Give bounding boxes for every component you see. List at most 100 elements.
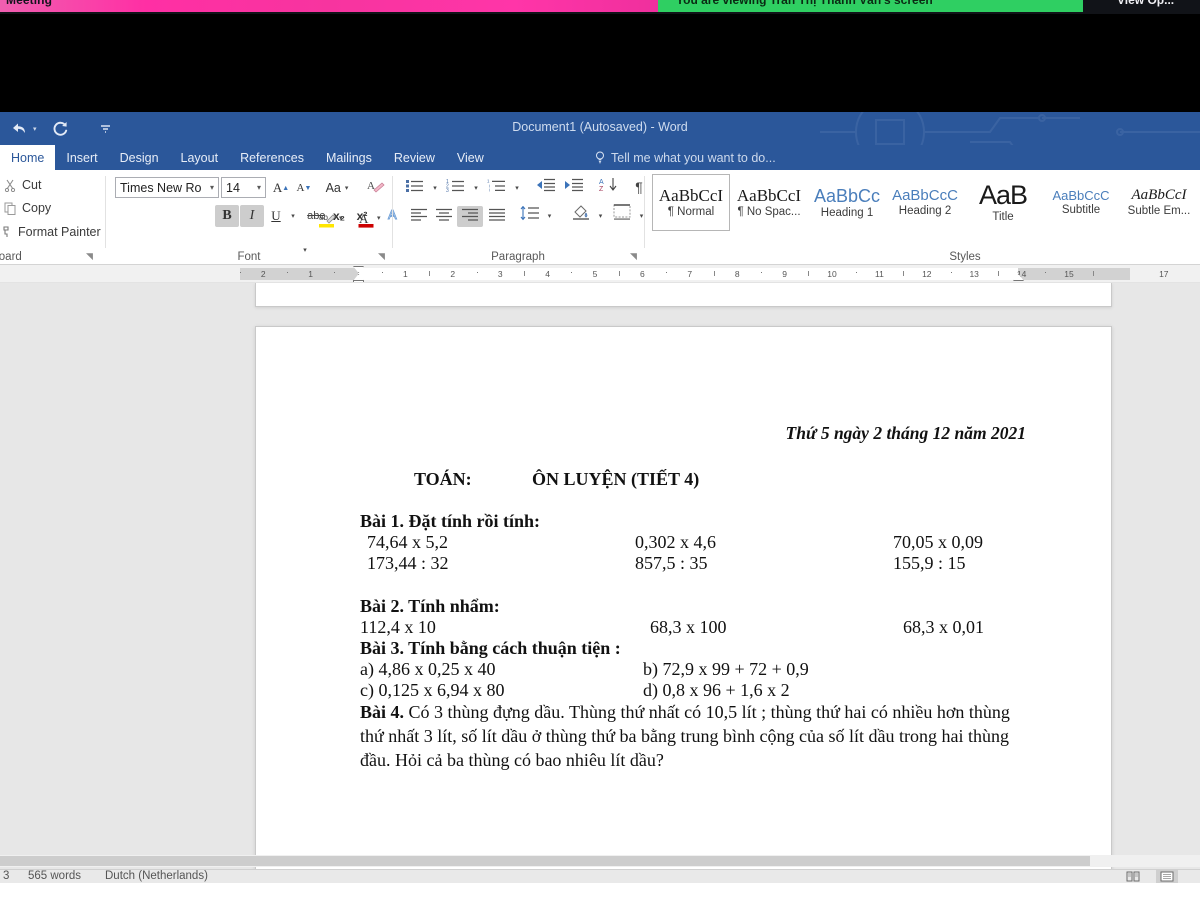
- align-center-button[interactable]: [432, 206, 456, 227]
- ruler-number: 1: [308, 269, 313, 279]
- numbering-caret-icon[interactable]: ▾: [470, 177, 482, 198]
- style-heading-2[interactable]: AaBbCcC Heading 2: [886, 174, 964, 231]
- ruler-tick: [571, 272, 573, 273]
- borders-button[interactable]: [609, 204, 635, 225]
- paragraph-dialog-launcher[interactable]: ◥: [630, 251, 637, 262]
- font-size-combo[interactable]: 14 ▾: [221, 177, 266, 198]
- ruler-tick: [760, 272, 762, 273]
- view-options-button[interactable]: View Op...: [1117, 0, 1174, 7]
- status-bar: 3 565 words Dutch (Netherlands): [0, 869, 1200, 883]
- justify-button[interactable]: [485, 206, 509, 227]
- cut-button[interactable]: Cut: [4, 178, 41, 192]
- format-painter-button[interactable]: Format Painter: [0, 225, 101, 239]
- bullets-button[interactable]: [401, 177, 429, 198]
- ruler-tick: [239, 272, 241, 273]
- bullets-caret-icon[interactable]: ▾: [429, 177, 441, 198]
- document-canvas[interactable]: Thứ 5 ngày 2 tháng 12 năm 2021 TOÁN: ÔN L…: [0, 283, 1200, 869]
- ruler-number: 11: [874, 269, 884, 279]
- multilevel-caret-icon[interactable]: ▾: [511, 177, 523, 198]
- tab-home[interactable]: Home: [0, 145, 56, 170]
- previous-page-bottom: [255, 283, 1112, 307]
- align-right-button[interactable]: [457, 206, 483, 227]
- tab-mailings[interactable]: Mailings: [315, 145, 383, 170]
- numbering-button[interactable]: 123: [442, 177, 470, 198]
- bai3-r1-c1: a) 4,86 x 0,25 x 40: [360, 659, 496, 680]
- change-case-button[interactable]: Aa ▾: [320, 177, 354, 199]
- shading-caret-icon[interactable]: ▾: [594, 205, 607, 226]
- meeting-title-pill[interactable]: Meeting: [0, 0, 660, 12]
- increase-indent-icon: [564, 178, 584, 197]
- tab-review[interactable]: Review: [383, 145, 446, 170]
- style-subtle-emphasis-preview: AaBbCcI: [1131, 187, 1187, 203]
- underline-label: U: [271, 208, 281, 223]
- highlight-color-button[interactable]: ab: [318, 211, 336, 233]
- format-painter-label: Format Painter: [18, 225, 101, 239]
- bai1-r1-c1: 74,64 x 5,2: [367, 532, 448, 553]
- style-title-preview: AaB: [978, 180, 1028, 210]
- underline-caret-icon[interactable]: ▾: [286, 205, 300, 227]
- tab-layout[interactable]: Layout: [170, 145, 230, 170]
- decrease-indent-button[interactable]: [533, 177, 559, 198]
- text-effects-caret-icon[interactable]: ▾: [298, 239, 312, 261]
- font-dialog-launcher[interactable]: ◥: [378, 251, 385, 262]
- ribbon-group-paragraph: ▾ 123 ▾ 1ii ▾ A Z ¶ ▾ ▾ ▾ Paragraph ◥: [393, 170, 643, 265]
- doc-lesson-title: ÔN LUYỆN (TIẾT 4): [532, 469, 700, 490]
- style-no-spacing[interactable]: AaBbCcI ¶ No Spac...: [730, 174, 808, 231]
- ruler-number: 2: [450, 269, 456, 279]
- bai4-text: Có 3 thùng đựng dầu. Thùng thứ nhất có 1…: [360, 702, 1010, 770]
- styles-group-label: Styles: [949, 251, 981, 263]
- ribbon-group-font: Times New Ro ▾ 14 ▾ A ▲ A ▼ Aa ▾ A B I U…: [106, 170, 397, 265]
- pilcrow-icon: ¶: [635, 178, 643, 195]
- bold-button[interactable]: B: [215, 205, 239, 227]
- ruler-tick: [334, 272, 336, 273]
- ruler-tick: [1045, 272, 1047, 273]
- style-subtitle[interactable]: AaBbCcC Subtitle: [1042, 174, 1120, 231]
- tell-me-search[interactable]: Tell me what you want to do...: [595, 145, 776, 170]
- tab-view[interactable]: View: [446, 145, 495, 170]
- print-layout-button[interactable]: [1156, 869, 1178, 883]
- document-page[interactable]: Thứ 5 ngày 2 tháng 12 năm 2021 TOÁN: ÔN L…: [255, 326, 1112, 869]
- style-normal[interactable]: AaBbCcI ¶ Normal: [652, 174, 730, 231]
- font-size-caret-icon[interactable]: ▾: [257, 183, 261, 192]
- clipboard-dialog-launcher[interactable]: ◥: [86, 251, 93, 262]
- increase-indent-button[interactable]: [561, 177, 587, 198]
- font-name-caret-icon[interactable]: ▾: [210, 183, 214, 192]
- bold-label: B: [222, 208, 232, 223]
- shading-button[interactable]: [568, 204, 594, 225]
- align-center-icon: [435, 208, 453, 226]
- align-left-button[interactable]: [407, 206, 431, 227]
- cut-label: Cut: [22, 178, 42, 192]
- language-indicator[interactable]: Dutch (Netherlands): [105, 870, 208, 882]
- font-color-caret-icon[interactable]: ▾: [377, 214, 381, 222]
- line-spacing-button[interactable]: [517, 205, 543, 226]
- highlight-caret-icon[interactable]: ▾: [339, 214, 343, 222]
- svg-text:Z: Z: [599, 186, 604, 192]
- page-indicator[interactable]: 3: [3, 870, 9, 882]
- word-count[interactable]: 565 words: [28, 870, 81, 882]
- ruler-number: 15: [1064, 269, 1074, 279]
- font-name-combo[interactable]: Times New Ro ▾: [115, 177, 219, 198]
- horizontal-ruler[interactable]: 211234567891011121314151718: [0, 265, 1200, 283]
- sort-button[interactable]: AZ: [597, 176, 621, 197]
- document-text-body[interactable]: Thứ 5 ngày 2 tháng 12 năm 2021 TOÁN: ÔN L…: [360, 423, 1028, 773]
- copy-button[interactable]: Copy: [4, 201, 51, 215]
- line-spacing-caret-icon[interactable]: ▾: [543, 205, 556, 226]
- read-mode-button[interactable]: [1122, 869, 1144, 883]
- shrink-font-button[interactable]: A ▼: [293, 177, 315, 199]
- tab-insert[interactable]: Insert: [55, 145, 108, 170]
- style-subtle-emphasis[interactable]: AaBbCcI Subtle Em...: [1120, 174, 1198, 231]
- multilevel-list-button[interactable]: 1ii: [483, 177, 511, 198]
- horizontal-scrollbar-thumb[interactable]: [0, 856, 1090, 866]
- italic-button[interactable]: I: [240, 205, 264, 227]
- style-no-spacing-label: ¶ No Spac...: [737, 206, 801, 218]
- style-normal-label: ¶ Normal: [667, 206, 715, 218]
- font-color-button[interactable]: A: [358, 211, 374, 233]
- grow-font-button[interactable]: A ▲: [270, 177, 292, 199]
- read-mode-icon: [1126, 871, 1140, 881]
- tab-references[interactable]: References: [229, 145, 315, 170]
- underline-button[interactable]: U: [266, 205, 286, 227]
- clear-formatting-button[interactable]: A: [364, 176, 388, 198]
- style-heading-1[interactable]: AaBbCc Heading 1: [808, 174, 886, 231]
- tab-design[interactable]: Design: [109, 145, 170, 170]
- style-title[interactable]: AaB Title: [964, 174, 1042, 231]
